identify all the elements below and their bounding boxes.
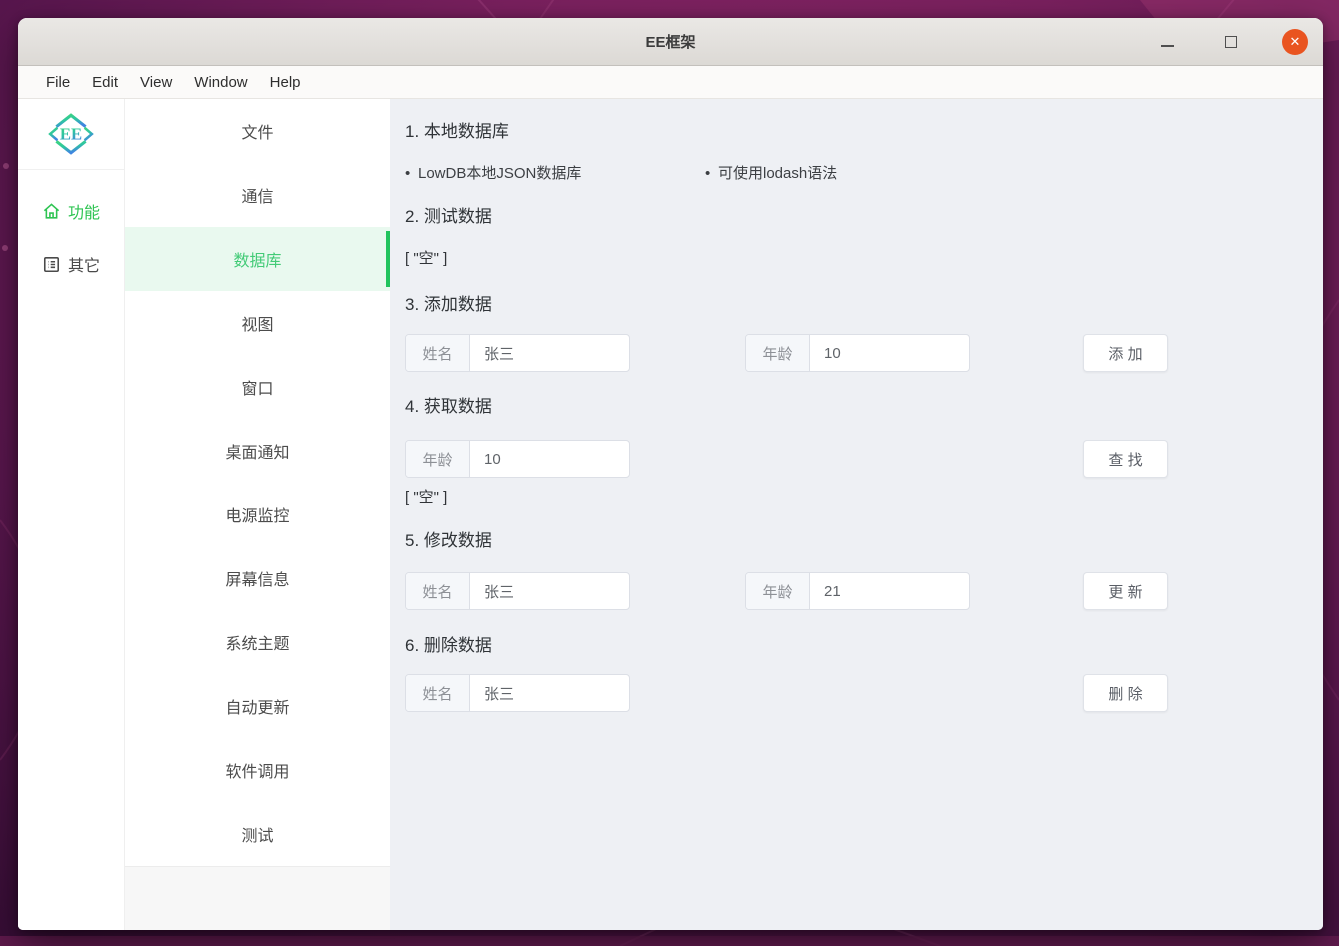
update-name-label: 姓名 xyxy=(406,573,470,609)
menu-help[interactable]: Help xyxy=(259,70,312,95)
delete-form-row: 姓名 删 除 xyxy=(405,674,1308,712)
add-age-label: 年龄 xyxy=(746,335,810,371)
delete-name-input[interactable] xyxy=(470,675,629,711)
update-age-group: 年龄 xyxy=(745,572,970,610)
update-age-label: 年龄 xyxy=(746,573,810,609)
section-heading-test-data: 2. 测试数据 xyxy=(405,205,1308,228)
app-window: EE框架 ✕ File Edit View Window Help xyxy=(18,18,1323,930)
nav-item-window[interactable]: 窗口 xyxy=(125,355,390,419)
search-button[interactable]: 查 找 xyxy=(1083,440,1168,478)
window-title: EE框架 xyxy=(645,31,695,52)
add-button[interactable]: 添 加 xyxy=(1083,334,1168,372)
section-heading-delete: 6. 删除数据 xyxy=(405,634,1308,657)
test-data-result: [ "空" ] xyxy=(405,248,1308,269)
nav-footer xyxy=(125,866,390,930)
update-button[interactable]: 更 新 xyxy=(1083,572,1168,610)
sidebar-rail: EE 功能 其它 xyxy=(18,99,125,930)
add-name-group: 姓名 xyxy=(405,334,630,372)
nav-item-screen-info[interactable]: 屏幕信息 xyxy=(125,546,390,610)
minimize-button[interactable] xyxy=(1154,29,1180,55)
get-age-group: 年龄 xyxy=(405,440,630,478)
close-icon: ✕ xyxy=(1290,35,1301,48)
add-form-row: 姓名 年龄 添 加 xyxy=(405,334,1308,372)
nav-item-software-call[interactable]: 软件调用 xyxy=(125,738,390,802)
ee-logo-icon: EE xyxy=(47,110,95,158)
nav-item-auto-update[interactable]: 自动更新 xyxy=(125,674,390,738)
titlebar[interactable]: EE框架 ✕ xyxy=(18,18,1323,66)
delete-name-group: 姓名 xyxy=(405,674,630,712)
get-age-input[interactable] xyxy=(470,441,629,477)
menu-view[interactable]: View xyxy=(129,70,183,95)
bullet-lodash: 可使用lodash语法 xyxy=(705,163,837,184)
delete-button[interactable]: 删 除 xyxy=(1083,674,1168,712)
section-heading-get: 4. 获取数据 xyxy=(405,395,1308,418)
get-age-label: 年龄 xyxy=(406,441,470,477)
section-heading-local-db: 1. 本地数据库 xyxy=(405,120,1308,143)
add-age-input[interactable] xyxy=(810,335,969,371)
maximize-button[interactable] xyxy=(1218,29,1244,55)
menu-window[interactable]: Window xyxy=(183,70,258,95)
nav-item-notification[interactable]: 桌面通知 xyxy=(125,419,390,483)
sidebar-item-label: 功能 xyxy=(68,199,100,223)
menubar: File Edit View Window Help xyxy=(18,66,1323,99)
get-result: [ "空" ] xyxy=(405,487,1308,508)
delete-name-label: 姓名 xyxy=(406,675,470,711)
nav-item-test[interactable]: 测试 xyxy=(125,802,390,866)
update-name-group: 姓名 xyxy=(405,572,630,610)
home-icon xyxy=(42,202,61,221)
nav-item-communication[interactable]: 通信 xyxy=(125,163,390,227)
window-controls: ✕ xyxy=(1154,18,1308,65)
add-name-input[interactable] xyxy=(470,335,629,371)
list-icon xyxy=(42,255,61,274)
close-button[interactable]: ✕ xyxy=(1282,29,1308,55)
app-body: EE 功能 其它 文件 通信 xyxy=(18,99,1323,930)
svg-text:EE: EE xyxy=(60,125,82,144)
bullet-lowdb: LowDB本地JSON数据库 xyxy=(405,163,705,184)
menu-edit[interactable]: Edit xyxy=(81,70,129,95)
sidebar-item-other[interactable]: 其它 xyxy=(42,252,100,276)
nav-item-file[interactable]: 文件 xyxy=(125,99,390,163)
main-content: 1. 本地数据库 LowDB本地JSON数据库 可使用lodash语法 2. 测… xyxy=(390,99,1323,930)
add-age-group: 年龄 xyxy=(745,334,970,372)
add-name-label: 姓名 xyxy=(406,335,470,371)
nav-item-database[interactable]: 数据库 xyxy=(125,227,390,291)
get-form-row: 年龄 查 找 xyxy=(405,440,1308,478)
sidebar-item-features[interactable]: 功能 xyxy=(42,199,100,223)
maximize-icon xyxy=(1225,36,1237,48)
update-age-input[interactable] xyxy=(810,573,969,609)
logo-box: EE xyxy=(18,99,124,170)
nav-menu: 文件 通信 数据库 视图 窗口 桌面通知 电源监控 屏幕信息 系统主题 自动更新… xyxy=(125,99,390,930)
nav-item-power-monitor[interactable]: 电源监控 xyxy=(125,483,390,547)
section-heading-add: 3. 添加数据 xyxy=(405,293,1308,316)
menu-file[interactable]: File xyxy=(35,70,81,95)
update-form-row: 姓名 年龄 更 新 xyxy=(405,572,1308,610)
local-db-bullets: LowDB本地JSON数据库 可使用lodash语法 xyxy=(405,163,1308,184)
sidebar-item-label: 其它 xyxy=(68,252,100,276)
nav-item-view[interactable]: 视图 xyxy=(125,291,390,355)
nav-item-system-theme[interactable]: 系统主题 xyxy=(125,610,390,674)
minimize-icon xyxy=(1161,45,1174,47)
update-name-input[interactable] xyxy=(470,573,629,609)
section-heading-update: 5. 修改数据 xyxy=(405,529,1308,552)
